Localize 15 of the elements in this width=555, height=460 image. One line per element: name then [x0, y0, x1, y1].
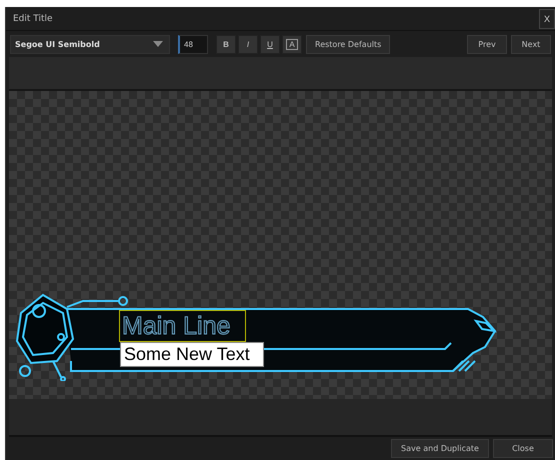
format-button[interactable]: I: [238, 34, 258, 54]
restore-defaults-button[interactable]: Restore Defaults: [306, 34, 390, 54]
caret-icon: [153, 41, 163, 47]
window-close-x-button[interactable]: X: [539, 8, 555, 28]
format-button[interactable]: A: [282, 34, 302, 54]
format-button[interactable]: B: [216, 34, 236, 54]
prev-button[interactable]: Prev: [467, 34, 507, 54]
dialog-button[interactable]: Close: [493, 439, 553, 458]
dialog-button[interactable]: Save and Duplicate: [391, 439, 489, 458]
font-dropdown[interactable]: Segoe UI Semibold: [10, 34, 170, 54]
next-button[interactable]: Next: [511, 34, 551, 54]
format-button[interactable]: U: [260, 34, 280, 54]
text-input-field[interactable]: Some New Text: [120, 342, 264, 367]
font-size-field[interactable]: 48: [178, 34, 208, 54]
window-title: Edit Title: [12, 14, 54, 24]
